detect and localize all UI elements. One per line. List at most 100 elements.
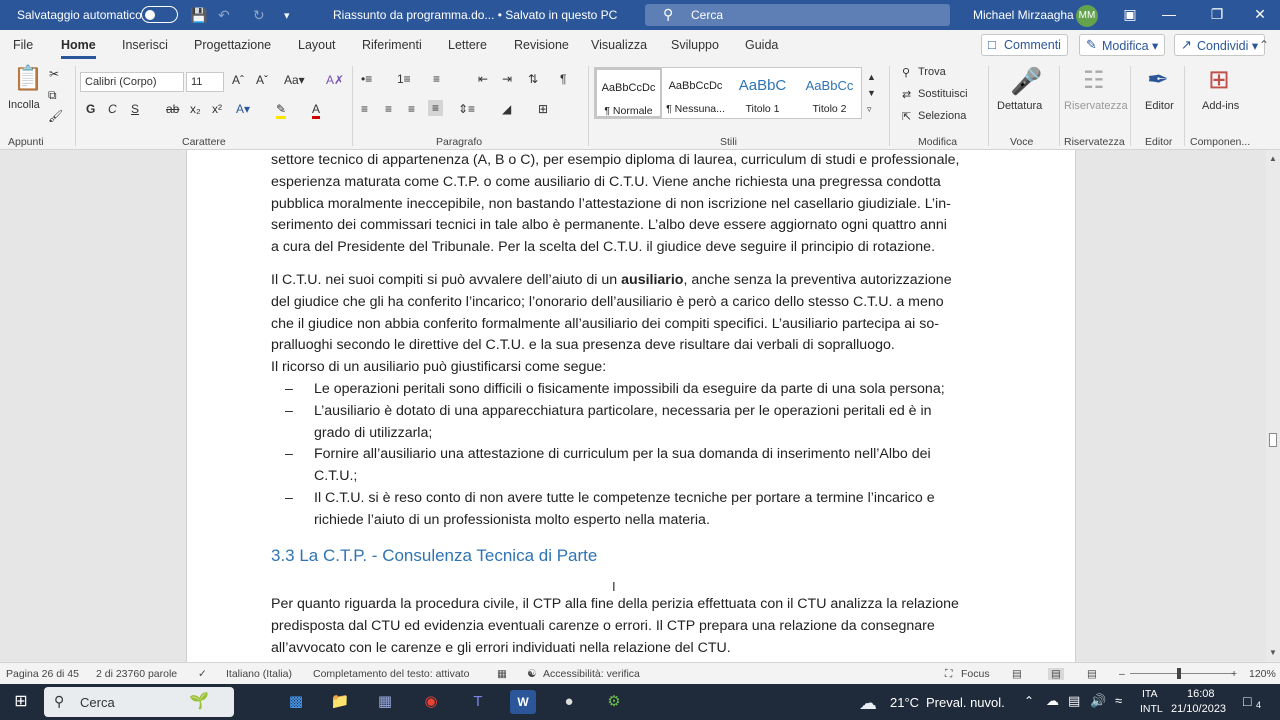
bullets-icon[interactable]: •≡ (361, 72, 372, 86)
borders-icon[interactable]: ⊞ (538, 102, 548, 116)
superscript-icon[interactable]: x² (212, 102, 222, 116)
tab-help[interactable]: Guida (745, 38, 778, 52)
text-effects-icon[interactable]: A▾ (236, 102, 250, 116)
shading-icon[interactable]: ◢ (502, 102, 511, 116)
decrease-indent-icon[interactable]: ⇤ (478, 72, 488, 86)
numbering-icon[interactable]: 1≡ (397, 72, 411, 86)
language[interactable]: Italiano (Italia) (226, 668, 292, 680)
maximize-icon[interactable]: ❐ (1207, 6, 1227, 23)
close-icon[interactable]: ✕ (1250, 6, 1270, 23)
microphone-icon[interactable]: 🎤 (1010, 66, 1042, 97)
comments-button[interactable]: □ Commenti (981, 34, 1068, 56)
replace-button[interactable]: Sostituisci (918, 88, 968, 100)
input-language[interactable]: ITA (1142, 688, 1158, 700)
section-heading[interactable]: 3.3 La C.T.P. - Consulenza Tecnica di Pa… (271, 546, 597, 566)
align-center-icon[interactable]: ≡ (385, 102, 392, 116)
font-size-field[interactable]: 11 (186, 72, 224, 92)
tab-mailings[interactable]: Lettere (448, 38, 487, 52)
notification-icon[interactable]: □ (1243, 693, 1251, 709)
tab-developer[interactable]: Sviluppo (671, 38, 719, 52)
word-count[interactable]: 2 di 23760 parole (96, 668, 177, 680)
tab-review[interactable]: Revisione (514, 38, 569, 52)
calculator-icon[interactable]: ▦ (372, 690, 398, 714)
scrollbar-thumb[interactable] (1269, 433, 1277, 447)
obs-icon[interactable]: ● (556, 690, 582, 714)
multilevel-list-icon[interactable]: ≡ (433, 72, 440, 86)
sort-icon[interactable]: ⇅ (528, 72, 538, 86)
style-no-spacing[interactable]: AaBbCcDc ¶ Nessuna... (662, 68, 729, 118)
zoom-level[interactable]: 120% (1249, 668, 1276, 680)
paragraph-4[interactable]: Per quanto riguarda la procedura civile,… (271, 594, 996, 659)
show-hidden-icons-icon[interactable]: ⌃ (1024, 694, 1034, 708)
user-name[interactable]: Michael Mirzaagha (973, 8, 1074, 22)
app-icon[interactable]: ⚙ (601, 690, 627, 714)
editor-button[interactable]: Editor (1145, 100, 1174, 112)
focus-button[interactable]: Focus (961, 668, 990, 680)
scroll-down-icon[interactable]: ▼ (1269, 648, 1277, 657)
format-painter-icon[interactable]: 🖌 (48, 109, 63, 123)
input-layout[interactable]: INTL (1140, 703, 1163, 715)
windows-start-icon[interactable]: ⊞ (8, 690, 34, 714)
style-heading-1[interactable]: AaBbC Titolo 1 (729, 68, 796, 118)
paste-icon[interactable]: 📋 (13, 64, 43, 93)
text-predictions[interactable]: Completamento del testo: attivato (313, 668, 469, 680)
taskbar-search[interactable]: ⚲ Cerca 🌱 (44, 687, 234, 717)
grow-font-icon[interactable]: Aˆ (232, 73, 244, 87)
clock-date[interactable]: 21/10/2023 (1171, 703, 1226, 715)
print-layout-icon[interactable]: ▤ (1048, 668, 1064, 680)
addins-grid-icon[interactable]: ⊞ (1208, 64, 1230, 95)
document-page[interactable]: settore tecnico di appartenenza (A, B o … (186, 150, 1076, 662)
title-search-box[interactable]: ⚲ Cerca (645, 4, 950, 26)
tab-view[interactable]: Visualizza (591, 38, 647, 52)
customize-qat-icon[interactable]: ▾ (284, 9, 290, 22)
show-marks-icon[interactable]: ¶ (560, 72, 566, 86)
tab-design[interactable]: Progettazione (194, 38, 271, 52)
clock-time[interactable]: 16:08 (1187, 688, 1215, 700)
copy-icon[interactable]: ⧉ (48, 88, 57, 103)
teams-icon[interactable]: T (465, 690, 491, 714)
underline-icon[interactable]: S (131, 102, 139, 116)
zoom-slider[interactable] (1130, 673, 1234, 674)
weather-temperature[interactable]: 21°C (890, 695, 919, 710)
document-title[interactable]: Riassunto da programma.do... • Salvato i… (333, 8, 617, 22)
paste-label[interactable]: Incolla (8, 99, 40, 111)
avatar[interactable]: MM (1076, 5, 1098, 27)
tab-home[interactable]: Home (61, 38, 96, 59)
accessibility-status[interactable]: Accessibilità: verifica (543, 668, 640, 680)
share-button[interactable]: ↗ Condividi ▾ (1174, 34, 1266, 56)
widgets-icon[interactable]: ▩ (283, 690, 309, 714)
scroll-up-icon[interactable]: ▲ (1269, 154, 1277, 163)
shrink-font-icon[interactable]: Aˇ (256, 73, 268, 87)
highlight-icon[interactable]: ✎ (276, 102, 287, 119)
style-normal[interactable]: AaBbCcDc ¶ Normale (595, 68, 662, 118)
strikethrough-icon[interactable]: ab (166, 102, 179, 116)
save-icon[interactable]: 💾 (190, 7, 207, 24)
page-count[interactable]: Pagina 26 di 45 (6, 668, 79, 680)
style-heading-2[interactable]: AaBbCc Titolo 2 (796, 68, 863, 118)
paragraph-2[interactable]: Il C.T.U. nei suoi compiti si può avvale… (271, 270, 996, 357)
word-icon[interactable]: W (510, 690, 536, 714)
collapse-ribbon-icon[interactable]: ⌃ (1259, 38, 1269, 52)
chrome-icon[interactable]: ◉ (418, 690, 444, 714)
styles-more-icon[interactable]: ▿ (867, 104, 872, 115)
redo-icon[interactable]: ↻ (253, 7, 265, 24)
paragraph-1[interactable]: settore tecnico di appartenenza (A, B o … (271, 150, 996, 259)
increase-indent-icon[interactable]: ⇥ (502, 72, 512, 86)
italic-icon[interactable]: C (108, 102, 117, 116)
addins-button[interactable]: Add-ins (1202, 100, 1239, 112)
vertical-scrollbar[interactable]: ▲ ▼ (1266, 150, 1280, 662)
clear-formatting-icon[interactable]: A✗ (326, 73, 344, 87)
justify-icon[interactable]: ≡ (428, 100, 444, 116)
read-mode-icon[interactable]: ▤ (1012, 668, 1022, 680)
styles-scroll-down-icon[interactable]: ▼ (867, 88, 876, 98)
cut-icon[interactable]: ✂ (49, 67, 59, 81)
editor-pen-icon[interactable]: ✒ (1147, 64, 1169, 95)
proofing-icon[interactable]: ✓ (198, 668, 207, 680)
display-icon[interactable]: ▤ (1068, 693, 1080, 709)
autosave-toggle[interactable] (141, 6, 178, 23)
zoom-in-icon[interactable]: + (1231, 668, 1237, 680)
align-left-icon[interactable]: ≡ (361, 102, 368, 116)
select-button[interactable]: Seleziona (918, 110, 966, 122)
font-color-icon[interactable]: A (312, 102, 321, 119)
line-spacing-icon[interactable]: ⇕≡ (458, 102, 475, 116)
